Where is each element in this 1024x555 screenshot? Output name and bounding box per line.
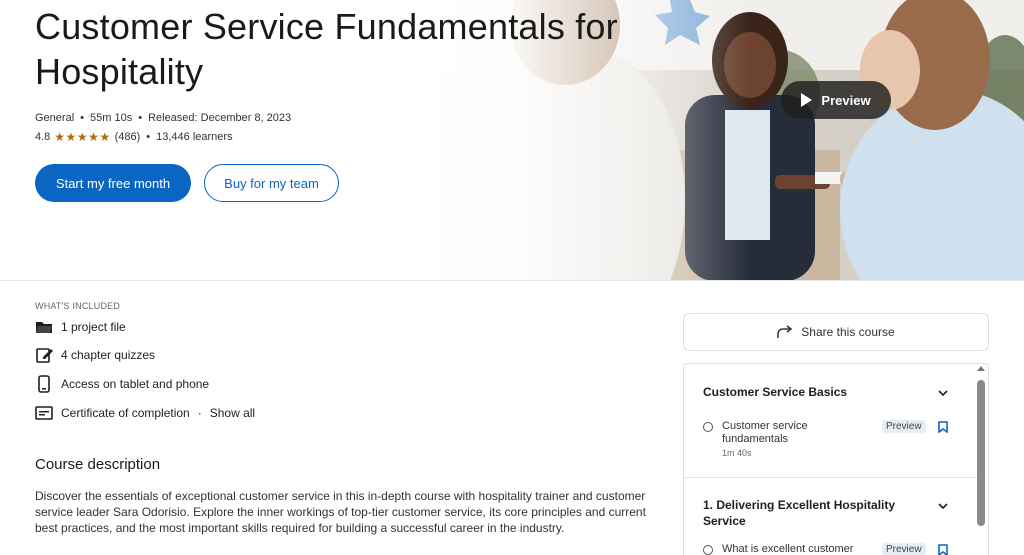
toc-item[interactable]: Customer service fundamentals 1m 40s (703, 420, 872, 458)
bookmark-icon[interactable] (938, 544, 948, 555)
preview-badge: Preview (882, 543, 926, 555)
separator-dot: • (80, 112, 84, 124)
included-item-label: Certificate of completion (61, 406, 190, 420)
bookmark-icon[interactable] (938, 421, 948, 433)
quiz-edit-icon (36, 348, 53, 363)
included-item-project-file: 1 project file (35, 318, 126, 336)
buy-for-team-button[interactable]: Buy for my team (204, 164, 339, 202)
included-item-label: Access on tablet and phone (61, 377, 210, 391)
chevron-down-icon[interactable] (938, 388, 948, 398)
separator-dot: · (197, 406, 202, 420)
included-item-certificate: Certificate of completion · Show all (35, 404, 255, 422)
learner-count: 13,446 learners (156, 131, 233, 143)
share-label: Share this course (801, 325, 895, 339)
description-heading: Course description (35, 456, 161, 473)
separator-dot: • (146, 131, 151, 143)
description-text: Discover the essentials of exceptional c… (35, 489, 646, 535)
course-release-date: Released: December 8, 2023 (148, 112, 292, 124)
share-arrow-icon (777, 325, 793, 338)
rating-value: 4.8 (35, 131, 51, 143)
course-meta: General • 55m 10s • Released: December 8, 20… (35, 111, 291, 125)
included-item-tablet-phone: Access on tablet and phone (35, 375, 209, 393)
included-heading: WHAT'S INCLUDED (35, 301, 121, 311)
star-rating-icon: ★★★★★ (54, 130, 111, 144)
course-title: Customer Service Fundamentals for Hospit… (35, 6, 618, 92)
toc-section-customer-service-basics[interactable]: Customer Service Basics (684, 384, 978, 400)
phone-icon (38, 375, 50, 393)
toc-section-delivering-excellent[interactable]: 1. Delivering Excellent Hospitality Serv… (684, 497, 978, 529)
certificate-icon (35, 406, 53, 420)
hero-banner: Customer Service Fundamentals for Hospit… (0, 0, 1024, 281)
share-course-button[interactable]: Share this course (683, 313, 989, 351)
course-contents-panel: Customer Service Basics Customer service… (683, 363, 989, 555)
folder-icon (36, 322, 52, 333)
scrollbar-thumb[interactable] (977, 380, 985, 526)
course-duration: 55m 10s (90, 112, 133, 124)
preview-button[interactable]: Preview (781, 81, 891, 119)
separator-dot: • (138, 112, 143, 124)
preview-label: Preview (821, 92, 871, 108)
course-rating: 4.8 ★★★★★ (486) • 13,446 learners (35, 130, 233, 144)
scroll-up-arrow-icon[interactable] (977, 366, 985, 371)
preview-badge: Preview (882, 420, 926, 433)
rating-count: (486) (114, 131, 141, 143)
toc-item-duration: 1m 40s (722, 448, 752, 458)
start-free-month-button[interactable]: Start my free month (35, 164, 191, 202)
toc-item[interactable]: What is excellent customer (703, 543, 872, 555)
section-divider (684, 477, 978, 478)
progress-circle-icon (703, 422, 713, 432)
toc-item-title: What is excellent customer (722, 543, 854, 555)
toc-item-title: Customer service fundamentals (722, 420, 808, 445)
included-item-quizzes: 4 chapter quizzes (35, 346, 155, 364)
play-icon (801, 93, 813, 107)
progress-circle-icon (703, 545, 713, 555)
included-item-label: 4 chapter quizzes (61, 348, 156, 362)
show-all-link[interactable]: Show all (210, 406, 255, 420)
chevron-down-icon[interactable] (938, 501, 948, 511)
toc-section-title: Customer Service Basics (703, 385, 848, 399)
course-category: General (35, 112, 75, 124)
included-item-label: 1 project file (61, 320, 126, 334)
toc-section-title: 1. Delivering Excellent Hospitality Serv… (703, 498, 896, 528)
